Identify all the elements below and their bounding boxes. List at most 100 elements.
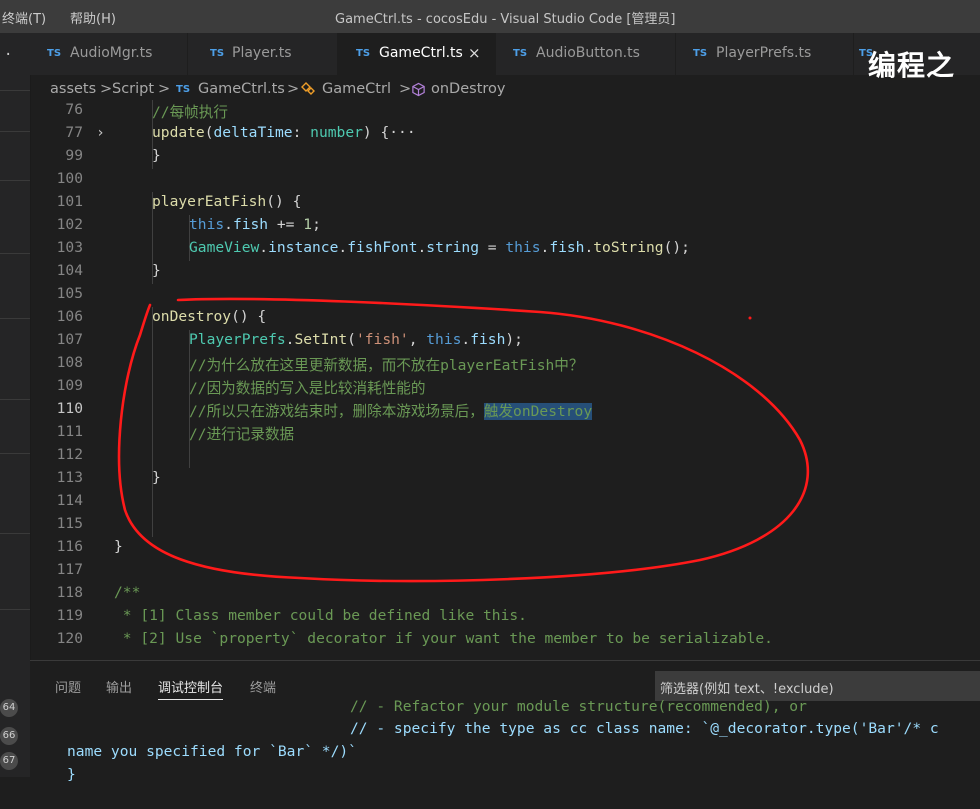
breadcrumb: assets > Script > TS GameCtrl.ts > GameC… (30, 78, 980, 102)
tab-output[interactable]: 输出 (106, 677, 132, 696)
line-number: 101 (56, 193, 83, 210)
typescript-icon: TS (356, 48, 371, 59)
code-text: //每帧执行 (152, 104, 228, 121)
code-line: 115 (30, 514, 980, 537)
breadcrumb-separator: > (158, 81, 171, 97)
code-line: 113} (30, 468, 980, 491)
line-number: 77 (65, 124, 83, 141)
count-badge: 64 (0, 699, 18, 717)
line-number: 114 (56, 492, 83, 509)
line-number: 104 (56, 262, 83, 279)
divider (0, 253, 30, 254)
code-line: 102 this.fish += 1; (30, 215, 980, 238)
code-text: } (152, 262, 161, 279)
line-number: 100 (56, 170, 83, 187)
tab-audiobutton[interactable]: TS AudioButton.ts (496, 33, 676, 75)
divider (0, 90, 30, 91)
code-line: 119 * [1] Class member could be defined … (30, 606, 980, 629)
code-text: } (114, 538, 123, 555)
code-text: playerEatFish() { (152, 193, 302, 210)
breadcrumb-separator: > (399, 81, 412, 97)
count-badge: 67 (0, 752, 18, 770)
tab-audiomgr[interactable]: TS AudioMgr.ts (30, 33, 188, 75)
line-number: 113 (56, 469, 83, 486)
code-line: 120 * [2] Use `property` decorator if yo… (30, 629, 980, 652)
tab-terminal[interactable]: 终端 (250, 677, 276, 696)
code-line: 101 playerEatFish() { (30, 192, 980, 215)
code-text: /** (114, 584, 141, 601)
output-line: name you specified for `Bar` */)` (67, 743, 357, 760)
code-text: onDestroy() { (152, 308, 267, 325)
output-line: // - Refactor your module structure(reco… (350, 698, 807, 715)
line-number: 109 (56, 377, 83, 394)
code-text: GameView.instance.fishFont.string = this… (189, 239, 690, 256)
code-line: 77 › update(deltaTime: number) {··· (30, 123, 980, 146)
more-dot-icon[interactable]: · (4, 47, 12, 63)
tab-player[interactable]: TS Player.ts (188, 33, 338, 75)
tab-playerprefs[interactable]: TS PlayerPrefs.ts (676, 33, 854, 75)
line-number: 116 (56, 538, 83, 555)
tab-label: AudioButton.ts (536, 45, 640, 61)
typescript-icon: TS (47, 48, 62, 59)
breadcrumb-item[interactable]: GameCtrl.ts (198, 81, 285, 97)
divider (0, 180, 30, 181)
divider (0, 131, 30, 132)
line-number: 117 (56, 561, 83, 578)
breadcrumb-item[interactable]: Script (112, 81, 154, 97)
line-number: 120 (56, 630, 83, 647)
breadcrumb-item[interactable]: onDestroy (431, 81, 505, 97)
line-number: 105 (56, 285, 83, 302)
code-line: 104} (30, 261, 980, 284)
menu-terminal[interactable]: 终端(T) (2, 8, 46, 27)
tab-problems[interactable]: 问题 (55, 677, 81, 696)
line-number: 103 (56, 239, 83, 256)
filter-input[interactable]: 筛选器(例如 text、!exclude) (655, 671, 980, 701)
code-text: update(deltaTime: number) {··· (152, 124, 416, 141)
breadcrumb-item[interactable]: assets (50, 81, 96, 97)
tab-label: AudioMgr.ts (70, 45, 153, 61)
line-number: 76 (65, 101, 83, 118)
code-line: 76 //每帧执行 (30, 100, 980, 123)
debug-output: // - Refactor your module structure(reco… (30, 698, 980, 783)
method-icon (411, 82, 426, 101)
menu-help[interactable]: 帮助(H) (70, 8, 116, 27)
code-line: 108 //为什么放在这里更新数据，而不放在playerEatFish中？ (30, 353, 980, 376)
code-text: //为什么放在这里更新数据，而不放在playerEatFish中？ (189, 357, 584, 374)
output-line: // - specify the type as cc class name: … (350, 720, 939, 737)
breadcrumb-item[interactable]: GameCtrl (322, 81, 391, 97)
fold-chevron-icon[interactable]: › (96, 124, 105, 141)
code-line: 112 (30, 445, 980, 468)
code-text: PlayerPrefs.SetInt('fish', this.fish); (189, 331, 523, 348)
tab-gamectrl[interactable]: TS GameCtrl.ts × (338, 33, 496, 75)
line-number: 108 (56, 354, 83, 371)
divider (0, 318, 30, 319)
editor-tabs: TS AudioMgr.ts TS Player.ts TS GameCtrl.… (30, 33, 980, 75)
divider (0, 399, 30, 400)
code-editor[interactable]: 76 //每帧执行 77 › update(deltaTime: number) {·… (30, 100, 980, 660)
code-text: //因为数据的写入是比较消耗性能的 (189, 380, 426, 397)
close-icon[interactable]: × (468, 44, 481, 62)
code-text: //进行记录数据 (189, 426, 295, 443)
code-line: 103 GameView.instance.fishFont.string = t… (30, 238, 980, 261)
typescript-icon: TS (176, 84, 191, 95)
tab-label: PlayerPrefs.ts (716, 45, 812, 61)
tab-debug-console[interactable]: 调试控制台 (158, 677, 224, 700)
typescript-icon: TS (513, 48, 528, 59)
code-line: 109 //因为数据的写入是比较消耗性能的 (30, 376, 980, 399)
code-line: 117 (30, 560, 980, 583)
code-line: 106 onDestroy() { (30, 307, 980, 330)
activity-bar: · (0, 33, 31, 777)
code-text: * [1] Class member could be defined like… (114, 607, 527, 624)
code-line: 105 (30, 284, 980, 307)
divider (0, 453, 30, 454)
divider (0, 533, 30, 534)
typescript-icon: TS (693, 48, 708, 59)
code-line-current: 110 //所以只在游戏结束时，删除本游戏场景后，触发onDestroy (30, 399, 980, 422)
output-line: } (67, 766, 76, 783)
code-line: 99} (30, 146, 980, 169)
typescript-icon: TS (210, 48, 225, 59)
code-line: 111 //进行记录数据 (30, 422, 980, 445)
breadcrumb-separator: > (100, 81, 113, 97)
code-line: 118 /** (30, 583, 980, 606)
code-line: 107 PlayerPrefs.SetInt('fish', this.fish)… (30, 330, 980, 353)
